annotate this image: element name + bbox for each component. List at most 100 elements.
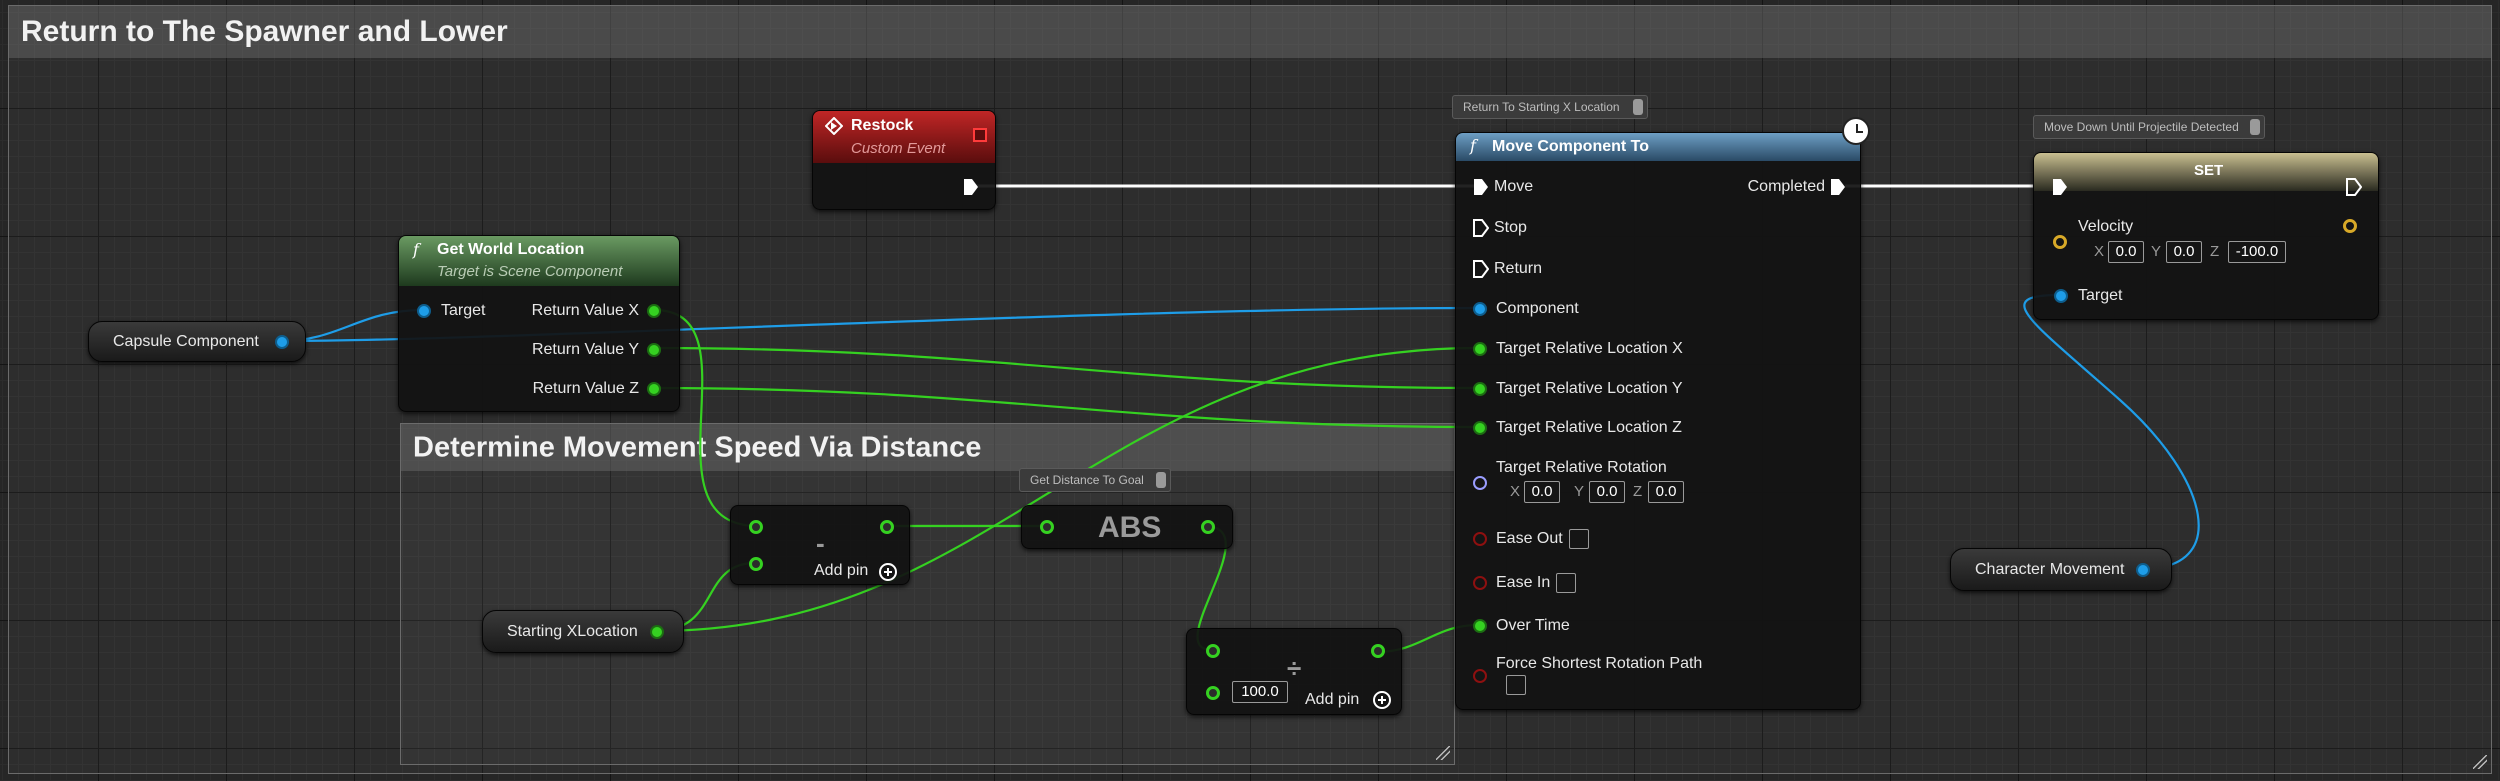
target-y-pin-label: Target Relative Location Y bbox=[1496, 380, 1683, 397]
set-node-comment[interactable]: Move Down Until Projectile Detected bbox=[2033, 115, 2265, 139]
node-title: Move Component To bbox=[1492, 138, 1650, 155]
move-component-to-node[interactable]: f Move Component To Move Completed Stop … bbox=[1455, 117, 1870, 710]
over-time-input-pin[interactable] bbox=[1473, 619, 1487, 633]
abs-input-pin[interactable] bbox=[1040, 520, 1054, 534]
velocity-pin-label: Velocity bbox=[2078, 218, 2134, 235]
target-pin-label: Target bbox=[441, 302, 486, 319]
capsule-component-node[interactable]: Capsule Component bbox=[88, 321, 306, 362]
return-x-label: Return Value X bbox=[531, 302, 639, 319]
move-component-comment[interactable]: Return To Starting X Location bbox=[1452, 95, 1648, 119]
ease-in-input-pin[interactable] bbox=[1473, 576, 1487, 590]
target-rotation-input-pin[interactable] bbox=[1473, 476, 1487, 490]
rotation-z-value[interactable]: 0.0 bbox=[1648, 481, 1684, 503]
node-header[interactable]: SET bbox=[2034, 153, 2378, 191]
set-exec-input-pin[interactable] bbox=[2052, 178, 2068, 196]
comment-toggle-icon[interactable] bbox=[1156, 472, 1166, 488]
comment-toggle-icon[interactable] bbox=[1633, 99, 1643, 115]
over-time-pin-label: Over Time bbox=[1496, 617, 1570, 634]
subtract-output-pin[interactable] bbox=[880, 520, 894, 534]
divide-input-a-pin[interactable] bbox=[1206, 644, 1220, 658]
rotation-z-label: Z bbox=[1633, 483, 1643, 500]
node-header[interactable]: f Move Component To bbox=[1456, 133, 1860, 161]
ease-out-input-pin[interactable] bbox=[1473, 532, 1487, 546]
set-exec-output-pin[interactable] bbox=[2346, 178, 2362, 196]
target-rotation-pin-label: Target Relative Rotation bbox=[1496, 459, 1667, 476]
node-title: Get World Location bbox=[437, 241, 585, 258]
comment-toggle-icon[interactable] bbox=[2250, 119, 2260, 135]
starting-xlocation-output-pin[interactable] bbox=[650, 625, 664, 639]
add-pin-label[interactable]: Add pin bbox=[1305, 691, 1359, 709]
force-shortest-pin-label: Force Shortest Rotation Path bbox=[1496, 655, 1703, 672]
force-shortest-checkbox[interactable] bbox=[1506, 675, 1526, 695]
latent-clock-icon bbox=[1842, 117, 1870, 145]
node-header[interactable]: Restock Custom Event bbox=[813, 111, 995, 163]
character-movement-output-pin[interactable] bbox=[2136, 563, 2150, 577]
velocity-output-pin[interactable] bbox=[2343, 219, 2357, 233]
divide-input-b-pin[interactable] bbox=[1206, 686, 1220, 700]
abs-node-comment[interactable]: Get Distance To Goal bbox=[1019, 468, 1171, 492]
node-title: SET bbox=[2194, 162, 2224, 179]
divide-input-b-value[interactable]: 100.0 bbox=[1232, 681, 1288, 703]
ease-out-checkbox[interactable] bbox=[1569, 529, 1589, 549]
target-x-input-pin[interactable] bbox=[1473, 342, 1487, 356]
set-target-input-pin[interactable] bbox=[2054, 289, 2068, 303]
completed-exec-output-pin[interactable] bbox=[1830, 178, 1846, 196]
restock-event-node[interactable]: Restock Custom Event bbox=[812, 110, 996, 210]
blueprint-graph[interactable]: Return to The Spawner and Lower Determin… bbox=[0, 0, 2500, 781]
abs-output-pin[interactable] bbox=[1201, 520, 1215, 534]
component-input-pin[interactable] bbox=[1473, 302, 1487, 316]
node-subtitle: Custom Event bbox=[851, 140, 946, 157]
rotation-y-value[interactable]: 0.0 bbox=[1589, 481, 1625, 503]
abs-label: ABS bbox=[1098, 511, 1162, 544]
subtract-symbol: - bbox=[816, 528, 825, 558]
return-y-label: Return Value Y bbox=[531, 341, 639, 358]
velocity-x-value[interactable]: 0.0 bbox=[2108, 241, 2144, 263]
float-wire-z-to-target-z bbox=[653, 386, 1479, 429]
subtract-node[interactable]: - Add pin bbox=[730, 505, 910, 585]
return-y-output-pin[interactable] bbox=[647, 343, 661, 357]
velocity-y-value[interactable]: 0.0 bbox=[2166, 241, 2202, 263]
subtract-input-b-pin[interactable] bbox=[749, 557, 763, 571]
velocity-z-label: Z bbox=[2210, 243, 2220, 260]
return-exec-input-pin[interactable] bbox=[1473, 260, 1489, 278]
add-pin-icon[interactable] bbox=[879, 563, 897, 581]
rotation-x-value[interactable]: 0.0 bbox=[1524, 481, 1560, 503]
set-velocity-node[interactable]: SET Velocity X 0.0 Y 0.0 Z -100.0 Target bbox=[2033, 152, 2379, 320]
set-target-pin-label: Target bbox=[2078, 287, 2123, 304]
divide-output-pin[interactable] bbox=[1371, 644, 1385, 658]
exec-output-pin[interactable] bbox=[963, 178, 979, 196]
velocity-x-label: X bbox=[2094, 243, 2105, 260]
function-icon: f bbox=[1470, 136, 1476, 155]
abs-comment-text: Get Distance To Goal bbox=[1030, 473, 1144, 487]
float-wire-y-to-target-y bbox=[653, 346, 1479, 390]
ease-in-checkbox[interactable] bbox=[1556, 573, 1576, 593]
velocity-input-pin[interactable] bbox=[2053, 235, 2067, 249]
get-world-location-node[interactable]: f Get World Location Target is Scene Com… bbox=[398, 235, 680, 412]
node-subtitle: Target is Scene Component bbox=[437, 263, 623, 280]
target-input-pin[interactable] bbox=[417, 304, 431, 318]
divide-node[interactable]: 100.0 ÷ Add pin bbox=[1186, 628, 1402, 715]
return-z-output-pin[interactable] bbox=[647, 382, 661, 396]
node-header[interactable]: f Get World Location Target is Scene Com… bbox=[399, 236, 679, 286]
starting-xlocation-label: Starting XLocation bbox=[507, 623, 638, 640]
rotation-y-label: Y bbox=[1574, 483, 1585, 500]
stop-exec-input-pin[interactable] bbox=[1473, 219, 1489, 237]
velocity-z-value[interactable]: -100.0 bbox=[2228, 241, 2286, 263]
delegate-pin-icon[interactable] bbox=[973, 128, 987, 142]
add-pin-icon[interactable] bbox=[1373, 691, 1391, 709]
abs-node[interactable]: ABS bbox=[1021, 505, 1233, 549]
target-z-input-pin[interactable] bbox=[1473, 421, 1487, 435]
move-exec-input-pin[interactable] bbox=[1473, 178, 1489, 196]
velocity-y-label: Y bbox=[2151, 243, 2162, 260]
event-icon bbox=[825, 117, 843, 135]
return-x-output-pin[interactable] bbox=[647, 304, 661, 318]
character-movement-node[interactable]: Character Movement bbox=[1950, 548, 2172, 591]
target-z-pin-label: Target Relative Location Z bbox=[1496, 419, 1682, 436]
return-z-label: Return Value Z bbox=[532, 380, 639, 397]
capsule-component-output-pin[interactable] bbox=[275, 335, 289, 349]
add-pin-label[interactable]: Add pin bbox=[814, 562, 868, 580]
starting-xlocation-node[interactable]: Starting XLocation bbox=[482, 610, 684, 653]
force-shortest-input-pin[interactable] bbox=[1473, 669, 1487, 683]
subtract-input-a-pin[interactable] bbox=[749, 520, 763, 534]
target-y-input-pin[interactable] bbox=[1473, 382, 1487, 396]
